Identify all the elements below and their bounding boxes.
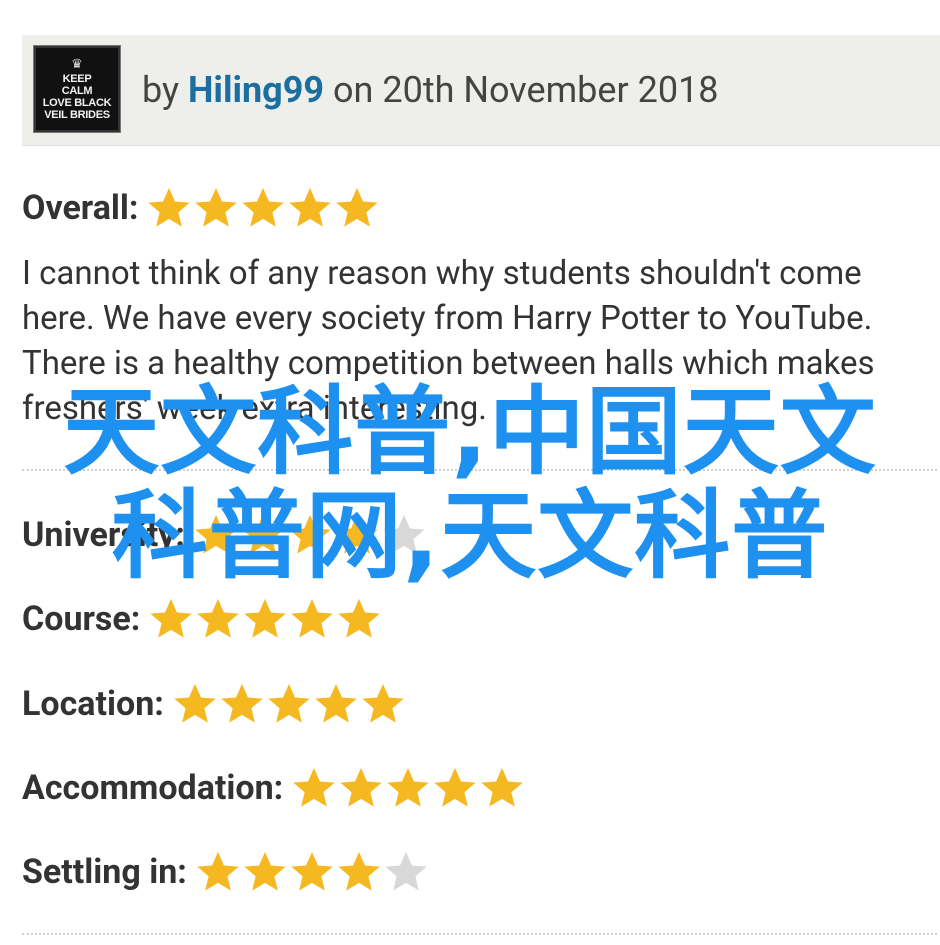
user-avatar[interactable]: ♛ KEEP CALM LOVE BLACK VEIL BRIDES bbox=[33, 45, 121, 133]
star-filled-icon bbox=[293, 767, 335, 807]
star-filled-icon bbox=[291, 598, 334, 638]
rating-accommodation: Accommodation: bbox=[22, 763, 526, 813]
review-header: ♛ KEEP CALM LOVE BLACK VEIL BRIDES by Hi… bbox=[22, 35, 940, 146]
rating-university: University: bbox=[22, 510, 428, 560]
author-link[interactable]: Hiling99 bbox=[188, 69, 324, 111]
star-filled-icon bbox=[289, 187, 332, 227]
star-filled-icon bbox=[362, 683, 404, 723]
rating-settling-in: Settling in: bbox=[22, 847, 430, 897]
star-empty-icon bbox=[383, 514, 425, 554]
avatar-text-line: VEIL BRIDES bbox=[44, 108, 110, 121]
rating-label: University: bbox=[22, 515, 185, 555]
star-filled-icon bbox=[387, 767, 429, 807]
avatar-text-line: KEEP bbox=[62, 72, 92, 85]
star-filled-icon bbox=[197, 598, 240, 638]
avatar-text-line: LOVE BLACK bbox=[42, 96, 112, 109]
star-filled-icon bbox=[195, 514, 237, 554]
star-filled-icon bbox=[150, 598, 193, 638]
rating-location: Location: bbox=[22, 679, 407, 729]
star-filled-icon bbox=[338, 851, 380, 891]
star-filled-icon bbox=[336, 187, 379, 227]
star-filled-icon bbox=[336, 514, 378, 554]
overall-rating: Overall: bbox=[22, 183, 381, 233]
star-filled-icon bbox=[195, 187, 238, 227]
rating-course: Course: bbox=[22, 594, 383, 644]
star-filled-icon bbox=[197, 851, 239, 891]
divider bbox=[22, 933, 937, 935]
star-filled-icon bbox=[242, 187, 285, 227]
star-filled-icon bbox=[148, 187, 191, 227]
star-filled-icon bbox=[221, 683, 263, 723]
star-filled-icon bbox=[174, 683, 216, 723]
star-filled-icon bbox=[244, 598, 287, 638]
star-filled-icon bbox=[340, 767, 382, 807]
divider bbox=[22, 469, 937, 471]
by-prefix: by bbox=[142, 69, 180, 111]
star-filled-icon bbox=[289, 514, 331, 554]
star-filled-icon bbox=[268, 683, 310, 723]
star-rating bbox=[193, 512, 428, 558]
on-text: on bbox=[333, 69, 374, 111]
star-rating bbox=[195, 849, 430, 895]
rating-label: Accommodation: bbox=[22, 768, 284, 808]
crown-icon: ♛ bbox=[71, 56, 83, 72]
star-filled-icon bbox=[244, 851, 286, 891]
overall-label: Overall: bbox=[22, 188, 139, 228]
review-date: 20th November 2018 bbox=[382, 69, 719, 111]
rating-label: Settling in: bbox=[22, 852, 187, 892]
star-empty-icon bbox=[385, 851, 427, 891]
star-rating bbox=[148, 596, 383, 642]
star-rating bbox=[291, 765, 526, 811]
star-rating bbox=[146, 185, 381, 231]
rating-label: Location: bbox=[22, 684, 164, 724]
star-rating bbox=[172, 681, 407, 727]
review-byline: by Hiling99 on 20th November 2018 bbox=[142, 67, 719, 113]
star-filled-icon bbox=[242, 514, 284, 554]
star-filled-icon bbox=[338, 598, 381, 638]
star-filled-icon bbox=[434, 767, 476, 807]
star-filled-icon bbox=[291, 851, 333, 891]
rating-label: Course: bbox=[22, 599, 141, 639]
star-filled-icon bbox=[481, 767, 523, 807]
avatar-text-line: CALM bbox=[61, 84, 93, 97]
review-text: I cannot think of any reason why student… bbox=[22, 254, 875, 428]
star-filled-icon bbox=[315, 683, 357, 723]
